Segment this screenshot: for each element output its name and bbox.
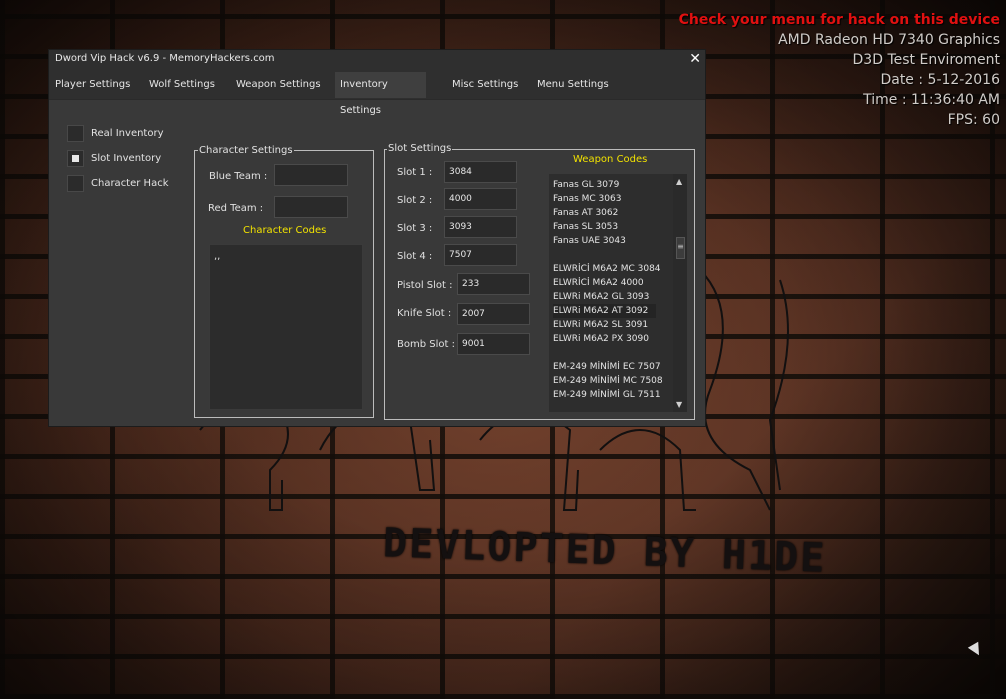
pistol-slot-label: Pistol Slot : (397, 280, 453, 291)
real-inventory-checkbox[interactable] (67, 125, 84, 142)
list-item[interactable]: ELWRi M6A2 SL 3091 (553, 318, 648, 332)
list-item-selected[interactable]: ELWRi M6A2 AT 3092 (553, 304, 657, 318)
weapon-codes-list[interactable]: Fanas GL 3079 Fanas MC 3063 Fanas AT 306… (549, 174, 687, 412)
slot-2-label: Slot 2 : (397, 195, 433, 206)
real-inventory-label: Real Inventory (91, 128, 164, 139)
slot-4-input[interactable]: 7507 (444, 244, 517, 266)
tab-bar: Player Settings Wolf Settings Weapon Set… (49, 69, 705, 116)
time-text: Time : 11:36:40 AM (863, 92, 1000, 108)
slot-3-label: Slot 3 : (397, 223, 433, 234)
character-hack-label: Character Hack (91, 178, 169, 189)
title-bar[interactable]: Dword Vip Hack v6.9 - MemoryHackers.com … (49, 50, 705, 69)
red-team-input[interactable] (274, 196, 348, 218)
list-item[interactable]: ELWRi M6A2 GL 3093 (553, 290, 649, 304)
slot-inventory-label: Slot Inventory (91, 153, 162, 164)
weapon-codes-title: Weapon Codes (573, 154, 648, 165)
window-title: Dword Vip Hack v6.9 - MemoryHackers.com (55, 53, 275, 64)
tab-player-settings[interactable]: Player Settings (50, 72, 135, 98)
list-item[interactable]: ELWRi M6A2 PX 3090 (553, 332, 649, 346)
character-codes-box[interactable]: ,, (209, 244, 363, 410)
slot-1-input[interactable]: 3084 (444, 161, 517, 183)
tab-misc-settings[interactable]: Misc Settings (447, 72, 523, 98)
character-settings-title: Character Settings (198, 145, 294, 157)
list-item[interactable]: Fanas AT 3062 (553, 206, 618, 220)
list-item[interactable]: Fanas SL 3053 (553, 220, 618, 234)
blue-team-label: Blue Team : (209, 171, 268, 182)
close-icon[interactable]: ✕ (689, 50, 701, 68)
character-codes-title: Character Codes (243, 225, 327, 236)
hack-overlay-info: Check your menu for hack on this device … (679, 10, 1000, 130)
slot-3-input[interactable]: 3093 (444, 216, 517, 238)
environment-text: D3D Test Enviroment (852, 52, 1000, 68)
knife-slot-input[interactable]: 2007 (457, 303, 530, 325)
weapon-codes-scrollbar[interactable]: ▲ ≡ ▼ (673, 174, 687, 412)
pistol-slot-input[interactable]: 233 (457, 273, 530, 295)
fps-text: FPS: 60 (947, 112, 1000, 128)
character-hack-checkbox[interactable] (67, 175, 84, 192)
tab-menu-settings[interactable]: Menu Settings (532, 72, 614, 98)
list-item[interactable]: EM-249 MİNİMİ GL 7511 (553, 388, 661, 402)
list-item[interactable]: Fanas GL 3079 (553, 178, 619, 192)
date-text: Date : 5-12-2016 (880, 72, 1000, 88)
slot-2-input[interactable]: 4000 (444, 188, 517, 210)
list-item[interactable]: EM-249 MİNİMİ EC 7507 (553, 360, 661, 374)
hack-menu-window: Dword Vip Hack v6.9 - MemoryHackers.com … (48, 49, 706, 427)
red-team-label: Red Team : (208, 203, 264, 214)
scroll-thumb[interactable]: ≡ (676, 237, 685, 259)
tab-wolf-settings[interactable]: Wolf Settings (144, 72, 220, 98)
list-item[interactable]: Fanas MC 3063 (553, 192, 621, 206)
slot-settings-title: Slot Settings (387, 143, 453, 155)
slot-4-label: Slot 4 : (397, 251, 433, 262)
list-item[interactable]: Fanas UAE 3043 (553, 234, 626, 248)
character-codes-text: ,, (214, 251, 221, 262)
tab-weapon-settings[interactable]: Weapon Settings (231, 72, 326, 98)
bomb-slot-input[interactable]: 9001 (457, 333, 530, 355)
knife-slot-label: Knife Slot : (397, 308, 452, 319)
slot-inventory-checkbox[interactable] (67, 150, 84, 167)
bomb-slot-label: Bomb Slot : (397, 339, 455, 350)
list-item[interactable]: ELWRİCİ M6A2 4000 (553, 276, 644, 290)
slot-1-label: Slot 1 : (397, 167, 433, 178)
scroll-down-icon[interactable]: ▼ (676, 400, 682, 409)
tab-inventory-settings[interactable]: Inventory Settings (335, 72, 426, 116)
gpu-text: AMD Radeon HD 7340 Graphics (778, 32, 1000, 48)
list-item[interactable]: EM-249 MİNİMİ MC 7508 (553, 374, 663, 388)
scroll-up-icon[interactable]: ▲ (676, 177, 682, 186)
list-item[interactable]: ELWRİCİ M6A2 MC 3084 (553, 262, 661, 276)
warning-text: Check your menu for hack on this device (678, 12, 1000, 28)
blue-team-input[interactable] (274, 164, 348, 186)
